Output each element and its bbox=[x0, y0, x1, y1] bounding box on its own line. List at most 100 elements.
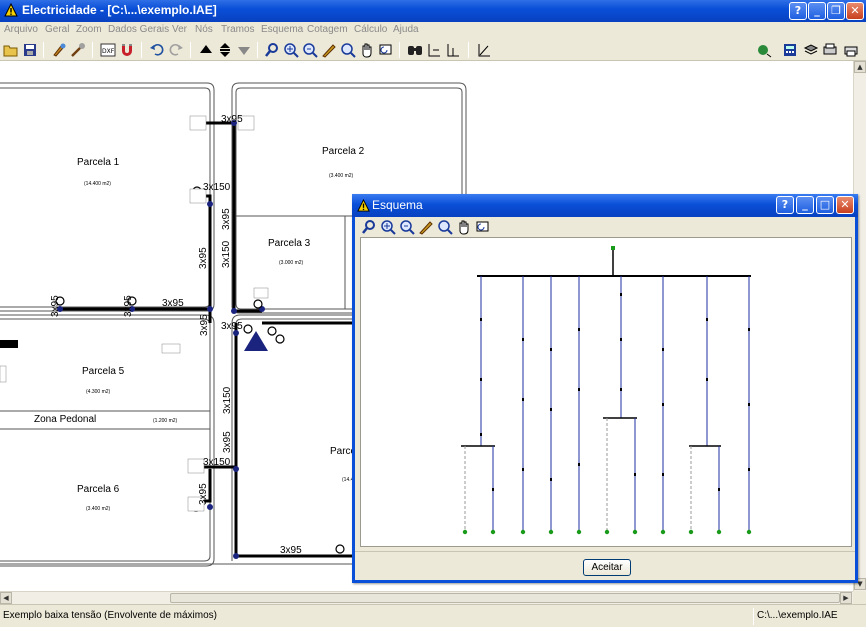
minimize-button[interactable]: _ bbox=[808, 2, 826, 20]
redraw-icon[interactable] bbox=[475, 219, 491, 235]
dialog-title-bar: Esquema ? _ □ ✕ bbox=[352, 194, 858, 217]
parcel-5-area: (4.300 m2) bbox=[86, 389, 111, 395]
cable-label: 3x150 bbox=[222, 386, 233, 414]
window-title: Electricidade - [C:\...\exemplo.IAE] bbox=[22, 3, 217, 17]
cable-label: 3x95 bbox=[198, 483, 209, 505]
parcel-2-area: (3.400 m2) bbox=[329, 173, 354, 179]
menu-arquivo[interactable]: Arquivo bbox=[4, 24, 38, 35]
undo-icon[interactable] bbox=[149, 42, 165, 58]
zoom-all-icon[interactable] bbox=[380, 219, 396, 235]
cable-label: 3x150 bbox=[203, 457, 231, 468]
warning-app-icon bbox=[357, 199, 370, 212]
cable-label: 3x95 bbox=[199, 314, 210, 336]
redraw-icon[interactable] bbox=[378, 42, 394, 58]
menu-dados-gerais[interactable]: Dados Gerais bbox=[108, 24, 169, 35]
horizontal-scrollbar[interactable]: ◀ ▶ bbox=[0, 591, 853, 604]
cable-label: 3x95 bbox=[221, 114, 243, 125]
arrow-updown-icon[interactable] bbox=[217, 42, 233, 58]
binoculars-icon[interactable] bbox=[407, 42, 423, 58]
arrow-up-icon[interactable] bbox=[198, 42, 214, 58]
menu-bar: Arquivo Geral Zoom Dados Gerais Ver Nós … bbox=[0, 22, 866, 39]
arrow-down-icon[interactable] bbox=[236, 42, 252, 58]
world-help-icon[interactable] bbox=[756, 42, 772, 58]
restore-button[interactable]: ❐ bbox=[827, 2, 845, 20]
horizontal-scroll-thumb[interactable] bbox=[170, 593, 840, 603]
warning-app-icon bbox=[4, 3, 18, 17]
cable-label: 3x95 bbox=[162, 298, 184, 309]
menu-ver[interactable]: Ver bbox=[172, 24, 187, 35]
menu-esquema[interactable]: Esquema bbox=[261, 24, 303, 35]
black-marker bbox=[0, 340, 18, 348]
source-node bbox=[611, 246, 615, 250]
dialog-toolbar bbox=[359, 218, 855, 236]
status-bar: Exemplo baixa tensão (Envolvente de máxi… bbox=[0, 604, 866, 627]
cable-label: 3x95 bbox=[221, 208, 232, 230]
scroll-left-icon[interactable]: ◀ bbox=[0, 592, 12, 604]
parcel-1-label: Parcela 1 bbox=[77, 157, 120, 168]
axes-icon[interactable] bbox=[476, 42, 492, 58]
title-bar: Electricidade - [C:\...\exemplo.IAE] ? _… bbox=[0, 0, 866, 22]
zoom-window-icon[interactable] bbox=[264, 42, 280, 58]
dialog-help-button[interactable]: ? bbox=[776, 196, 794, 214]
pan-hand-icon[interactable] bbox=[456, 219, 472, 235]
parcel-5-label: Parcela 5 bbox=[82, 366, 125, 377]
svg-text:DXF: DXF bbox=[102, 48, 115, 55]
main-toolbar: DXF bbox=[0, 39, 866, 61]
magnet-icon[interactable] bbox=[119, 42, 135, 58]
cable-label: 3x95 bbox=[221, 321, 243, 332]
menu-calculo[interactable]: Cálculo bbox=[354, 24, 387, 35]
menu-zoom[interactable]: Zoom bbox=[76, 24, 102, 35]
cable-label: 3x95 bbox=[222, 431, 233, 453]
help-button[interactable]: ? bbox=[789, 2, 807, 20]
menu-cotagem[interactable]: Cotagem bbox=[307, 24, 348, 35]
scroll-right-icon[interactable]: ▶ bbox=[840, 592, 852, 604]
zoom-window-icon[interactable] bbox=[361, 219, 377, 235]
pen-icon[interactable] bbox=[418, 219, 434, 235]
open-folder-icon[interactable] bbox=[3, 42, 19, 58]
pen-icon[interactable] bbox=[321, 42, 337, 58]
menu-tramos[interactable]: Tramos bbox=[221, 24, 255, 35]
dialog-minimize-button[interactable]: _ bbox=[796, 196, 814, 214]
schematic-panel[interactable] bbox=[360, 237, 852, 547]
status-file-path: C:\...\exemplo.IAE bbox=[757, 610, 838, 621]
schematic-svg bbox=[461, 246, 752, 535]
dialog-maximize-button[interactable]: □ bbox=[816, 196, 834, 214]
dialog-close-button[interactable]: ✕ bbox=[836, 196, 854, 214]
menu-ajuda[interactable]: Ajuda bbox=[393, 24, 419, 35]
parcel-1-area: (14.400 m2) bbox=[84, 181, 111, 187]
wizard-icon[interactable] bbox=[70, 42, 86, 58]
parcel-6-label: Parcela 6 bbox=[77, 484, 120, 495]
calculator-icon[interactable] bbox=[782, 42, 798, 58]
print-icon[interactable] bbox=[843, 42, 859, 58]
dialog-title: Esquema bbox=[372, 198, 423, 212]
pan-hand-icon[interactable] bbox=[359, 42, 375, 58]
tools-icon[interactable] bbox=[51, 42, 67, 58]
cable-label: 3x150 bbox=[203, 182, 231, 193]
status-text: Exemplo baixa tensão (Envolvente de máxi… bbox=[3, 610, 217, 621]
zoom-in-icon[interactable] bbox=[302, 42, 318, 58]
parcel-3-label: Parcela 3 bbox=[268, 238, 311, 249]
scroll-up-icon[interactable]: ▲ bbox=[854, 61, 866, 73]
menu-nos[interactable]: Nós bbox=[195, 24, 213, 35]
menu-geral[interactable]: Geral bbox=[45, 24, 69, 35]
print-preview-icon[interactable] bbox=[822, 42, 838, 58]
cable-label: 3x150 bbox=[221, 240, 232, 268]
dxf-export-icon[interactable]: DXF bbox=[100, 42, 116, 58]
measure-icon[interactable] bbox=[445, 42, 461, 58]
parcel-2-label: Parcela 2 bbox=[322, 146, 365, 157]
zoom-previous-icon[interactable] bbox=[437, 219, 453, 235]
close-button[interactable]: ✕ bbox=[846, 2, 864, 20]
zoom-in-icon[interactable] bbox=[399, 219, 415, 235]
cable-label: 3x95 bbox=[198, 247, 209, 269]
parcel-3-area: (3.000 m2) bbox=[279, 260, 304, 266]
dimension-icon[interactable] bbox=[426, 42, 442, 58]
layers-icon[interactable] bbox=[803, 42, 819, 58]
save-icon[interactable] bbox=[22, 42, 38, 58]
redo-icon[interactable] bbox=[168, 42, 184, 58]
zona-pedonal-area: (1.200 m2) bbox=[153, 418, 178, 424]
cable-label: 3x95 bbox=[280, 545, 302, 556]
zoom-previous-icon[interactable] bbox=[340, 42, 356, 58]
zoom-all-icon[interactable] bbox=[283, 42, 299, 58]
cable-label: 3x95 bbox=[50, 295, 61, 317]
accept-button[interactable]: Aceitar bbox=[583, 559, 631, 576]
